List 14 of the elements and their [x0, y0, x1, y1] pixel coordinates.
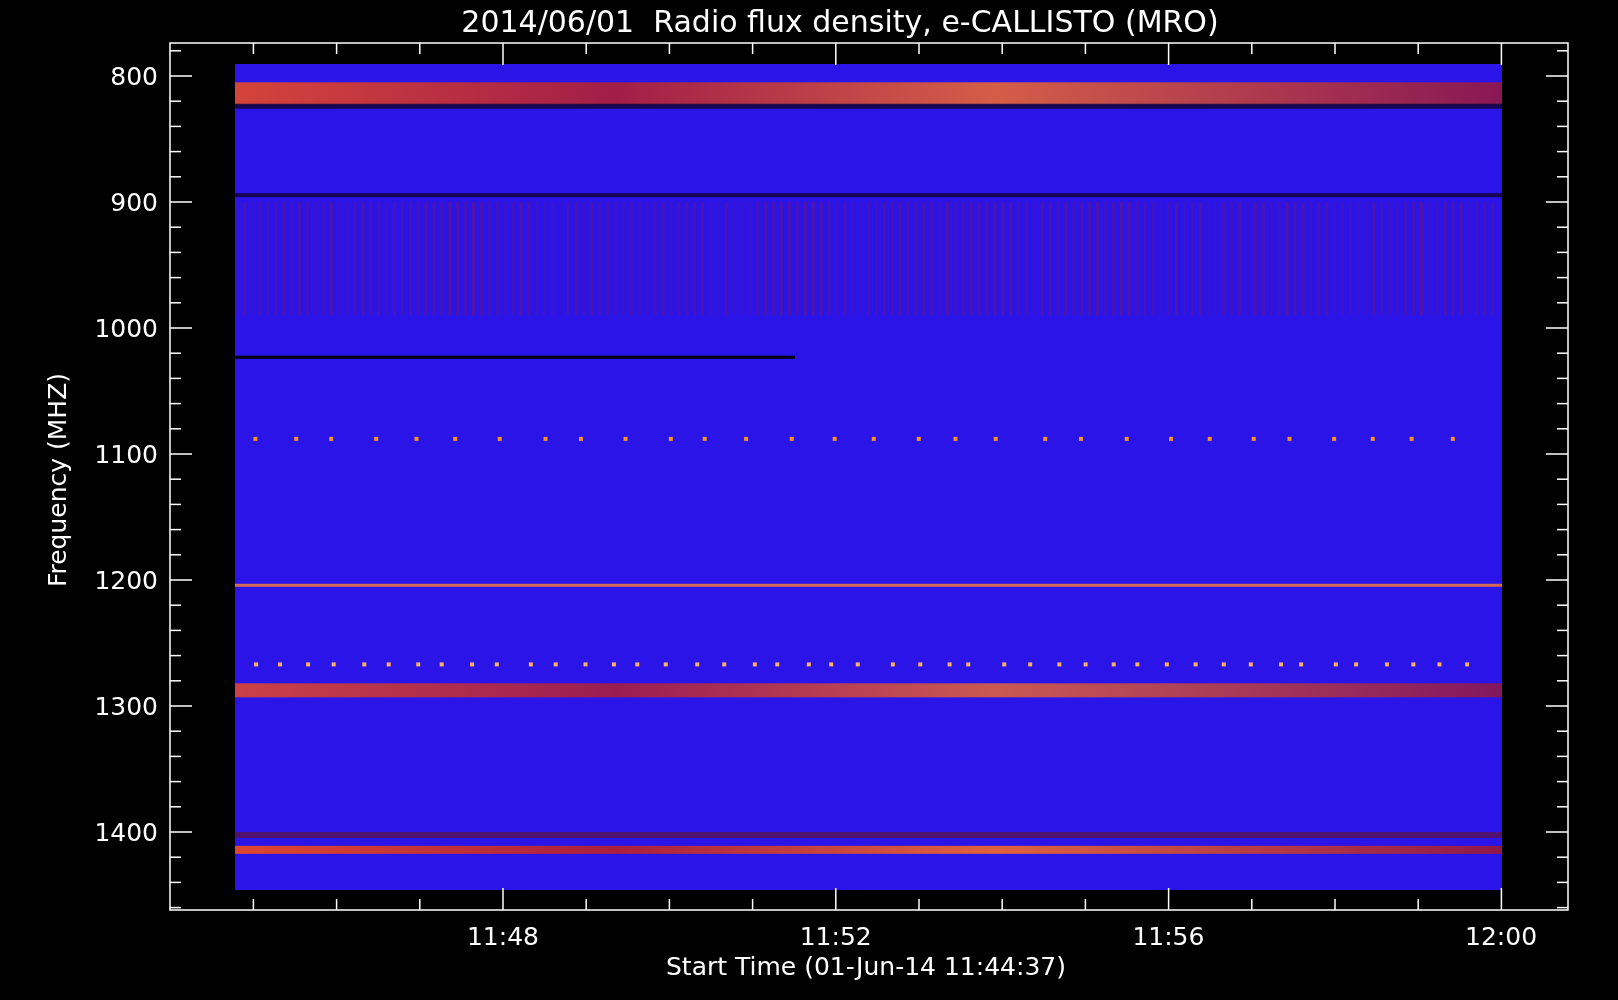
x-tick-label: 11:52 [799, 922, 872, 951]
x-tick-label: 11:48 [467, 922, 539, 951]
y-tick-label: 1100 [94, 440, 158, 469]
x-axis-label: Start Time (01-Jun-14 11:44:37) [666, 952, 1066, 981]
y-tick-label: 1000 [94, 314, 158, 343]
y-tick-label: 900 [110, 188, 158, 217]
y-tick-label: 1300 [94, 692, 158, 721]
x-tick-label: 11:56 [1132, 922, 1205, 951]
y-tick-label: 800 [110, 62, 158, 91]
y-tick-label: 1200 [94, 566, 158, 595]
x-tick-label: 12:00 [1465, 922, 1538, 951]
chart-title: 2014/06/01 Radio flux density, e-CALLISTO (MRO) [461, 4, 1219, 39]
y-axis-label: Frequency (MHZ) [43, 372, 72, 588]
y-tick-label: 1400 [94, 818, 158, 847]
